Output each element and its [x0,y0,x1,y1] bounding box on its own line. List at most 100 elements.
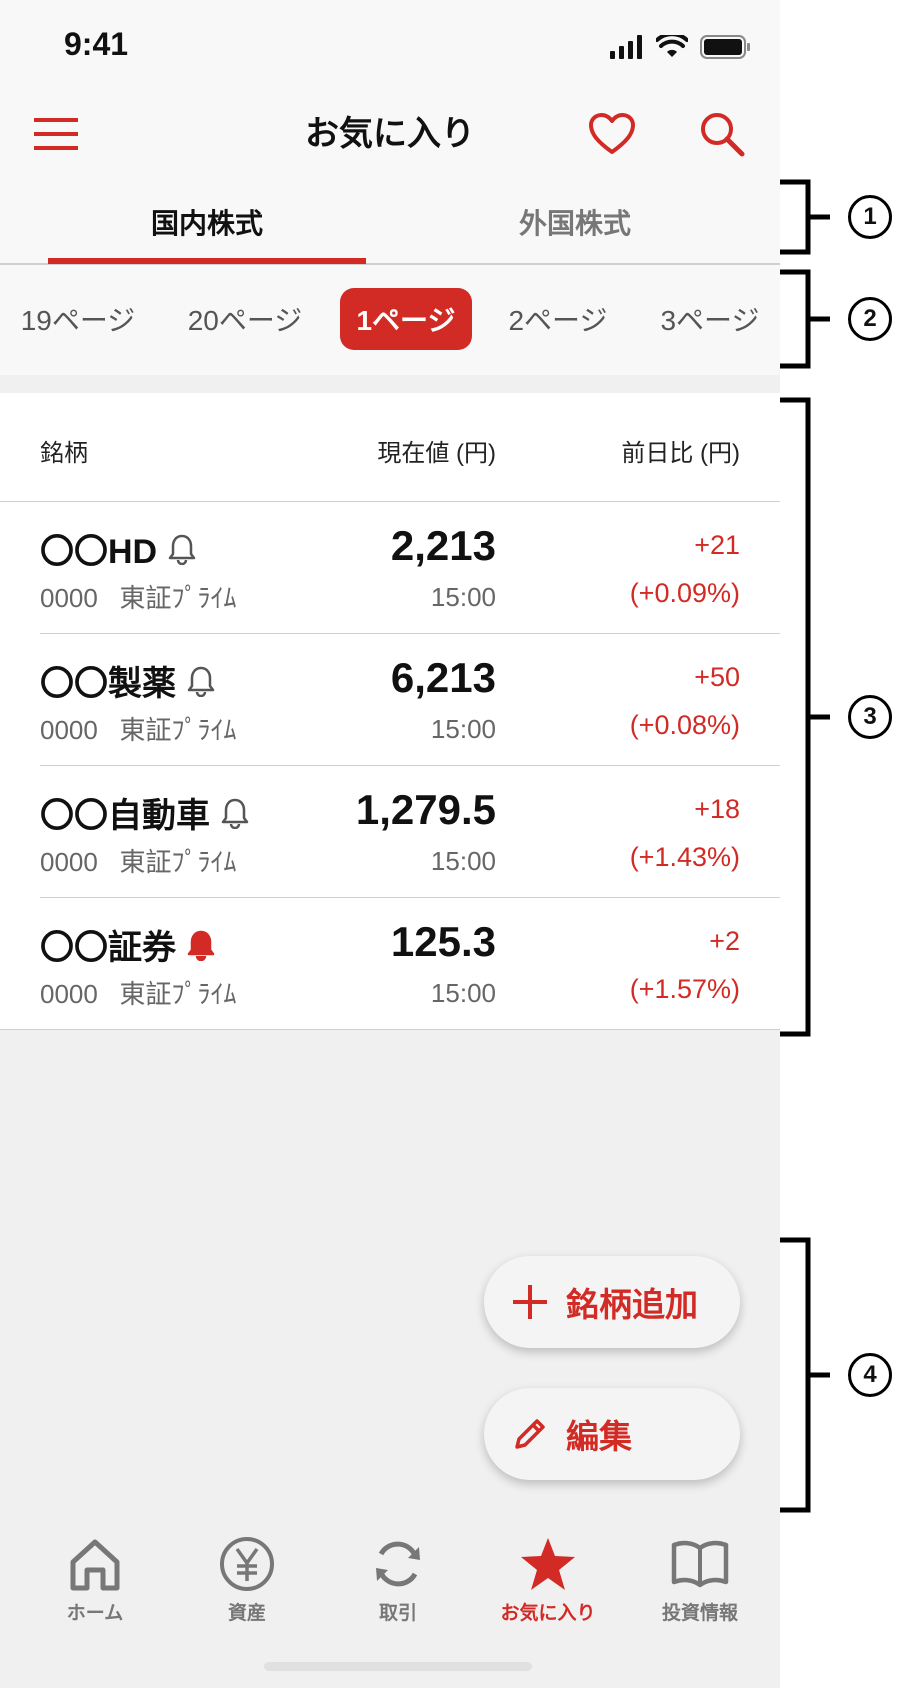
stock-code-market: 0000 東証ﾌﾟﾗｲﾑ [40,974,237,1011]
edit-button[interactable]: 編集 [484,1388,740,1480]
stock-code: 0000 [40,847,98,877]
app-header: お気に入り [0,90,780,180]
signal-icon [610,35,642,59]
change-percent: (+1.57%) [629,974,740,1004]
favorite-button[interactable] [580,102,644,166]
bracket-4 [780,1237,830,1513]
stock-code-market: 0000 東証ﾌﾟﾗｲﾑ [40,578,237,615]
nav-trade-label: 取引 [378,1603,417,1624]
home-icon [70,1539,120,1591]
table-row[interactable]: 〇〇HD 0000 東証ﾌﾟﾗｲﾑ 2,213 15:00 +21 (+0.09… [0,502,780,634]
bracket-2 [780,269,830,369]
stock-market: 東証ﾌﾟﾗｲﾑ [119,847,237,877]
stock-market: 東証ﾌﾟﾗｲﾑ [119,583,237,613]
status-time: 9:41 [64,26,129,62]
bottom-navigation: ホーム 資産 取引 お気に入り 投資情報 [0,1510,780,1688]
bell-filled-icon[interactable] [186,929,216,961]
nav-favorites[interactable]: お気に入り [473,1536,623,1636]
phone-screen: 9:41 お気に入り 国内株式 外国株式 19ページ 20ページ 1ページ 2ペ… [0,0,780,1688]
nav-assets[interactable]: 資産 [172,1536,322,1636]
stock-name: 〇〇製薬 [40,665,176,703]
heart-icon [589,113,635,154]
stock-name-wrap: 〇〇自動車 [40,788,250,837]
stock-name-wrap: 〇〇HD [40,524,197,573]
table-row[interactable]: 〇〇製薬 0000 東証ﾌﾟﾗｲﾑ 6,213 15:00 +50 (+0.08… [0,634,780,766]
page-2[interactable]: 2ページ [488,288,628,350]
page-3[interactable]: 3ページ [640,288,780,350]
stock-name: 〇〇自動車 [40,797,210,835]
book-icon [671,1540,729,1588]
tab-foreign-stocks[interactable]: 外国株式 [420,180,730,263]
page-19[interactable]: 19ページ [8,288,148,350]
table-row[interactable]: 〇〇自動車 0000 東証ﾌﾟﾗｲﾑ 1,279.5 15:00 +18 (+1… [0,766,780,898]
pencil-icon [510,1414,550,1454]
page-selector: 19ページ 20ページ 1ページ 2ページ 3ページ [0,265,780,375]
active-tab-indicator [48,258,366,264]
annotation-brackets [780,179,830,1513]
home-indicator [264,1662,532,1671]
price-time: 15:00 [430,978,496,1008]
table-row[interactable]: 〇〇証券 0000 東証ﾌﾟﾗｲﾑ 125.3 15:00 +2 (+1.57%… [0,898,780,1030]
bracket-1 [780,179,830,255]
yen-icon [220,1537,274,1591]
page-1[interactable]: 1ページ [340,288,472,350]
column-header-price: 現在値 (円) [377,440,496,467]
wifi-icon [656,35,688,57]
nav-favorites-label: お気に入り [500,1603,596,1624]
search-button[interactable] [690,102,754,166]
stock-code-market: 0000 東証ﾌﾟﾗｲﾑ [40,842,237,879]
stock-code: 0000 [40,583,98,613]
stock-market: 東証ﾌﾟﾗｲﾑ [119,715,237,745]
stock-code-market: 0000 東証ﾌﾟﾗｲﾑ [40,710,237,747]
bell-outline-icon[interactable] [220,797,250,829]
stock-market: 東証ﾌﾟﾗｲﾑ [119,979,237,1009]
annotation-3: 3 [848,695,892,739]
price-time: 15:00 [430,846,496,876]
annotation-2: 2 [848,297,892,341]
current-price: 1,279.5 [355,786,496,833]
page-20[interactable]: 20ページ [175,288,315,350]
change-value: +21 [694,530,740,560]
current-price: 6,213 [390,654,496,701]
add-stock-label: 銘柄追加 [566,1286,698,1323]
page-title: お気に入り [305,115,475,153]
edit-label: 編集 [566,1418,632,1455]
search-icon [701,113,745,157]
status-icons [610,30,752,64]
nav-home[interactable]: ホーム [20,1536,170,1636]
nav-investment-info-label: 投資情報 [661,1603,738,1624]
column-header-name: 銘柄 [40,440,88,467]
refresh-icon [376,1541,420,1587]
annotation-1: 1 [848,195,892,239]
column-header-change: 前日比 (円) [621,440,740,467]
bell-outline-icon[interactable] [167,533,197,565]
battery-icon [700,35,750,59]
current-price: 2,213 [390,522,496,569]
nav-assets-label: 資産 [227,1603,266,1624]
stock-name: 〇〇証券 [40,929,176,967]
nav-trade[interactable]: 取引 [323,1536,473,1636]
stock-code: 0000 [40,715,98,745]
tab-domestic-stocks[interactable]: 国内株式 [48,180,366,263]
stock-code: 0000 [40,979,98,1009]
add-stock-button[interactable]: 銘柄追加 [484,1256,740,1348]
change-percent: (+0.08%) [629,710,740,740]
price-time: 15:00 [430,582,496,612]
change-value: +2 [709,926,740,956]
status-bar: 9:41 [0,0,780,90]
change-value: +18 [694,794,740,824]
bell-outline-icon[interactable] [186,665,216,697]
change-percent: (+1.43%) [629,842,740,872]
change-percent: (+0.09%) [629,578,740,608]
plus-icon [510,1282,550,1322]
nav-investment-info[interactable]: 投資情報 [625,1536,775,1636]
annotation-4: 4 [848,1353,892,1397]
nav-home-label: ホーム [66,1603,124,1624]
stock-name-wrap: 〇〇製薬 [40,656,216,705]
stock-name-wrap: 〇〇証券 [40,920,216,969]
current-price: 125.3 [390,918,496,965]
star-icon [521,1538,575,1590]
change-value: +50 [694,662,740,692]
price-time: 15:00 [430,714,496,744]
bracket-3 [780,397,830,1037]
